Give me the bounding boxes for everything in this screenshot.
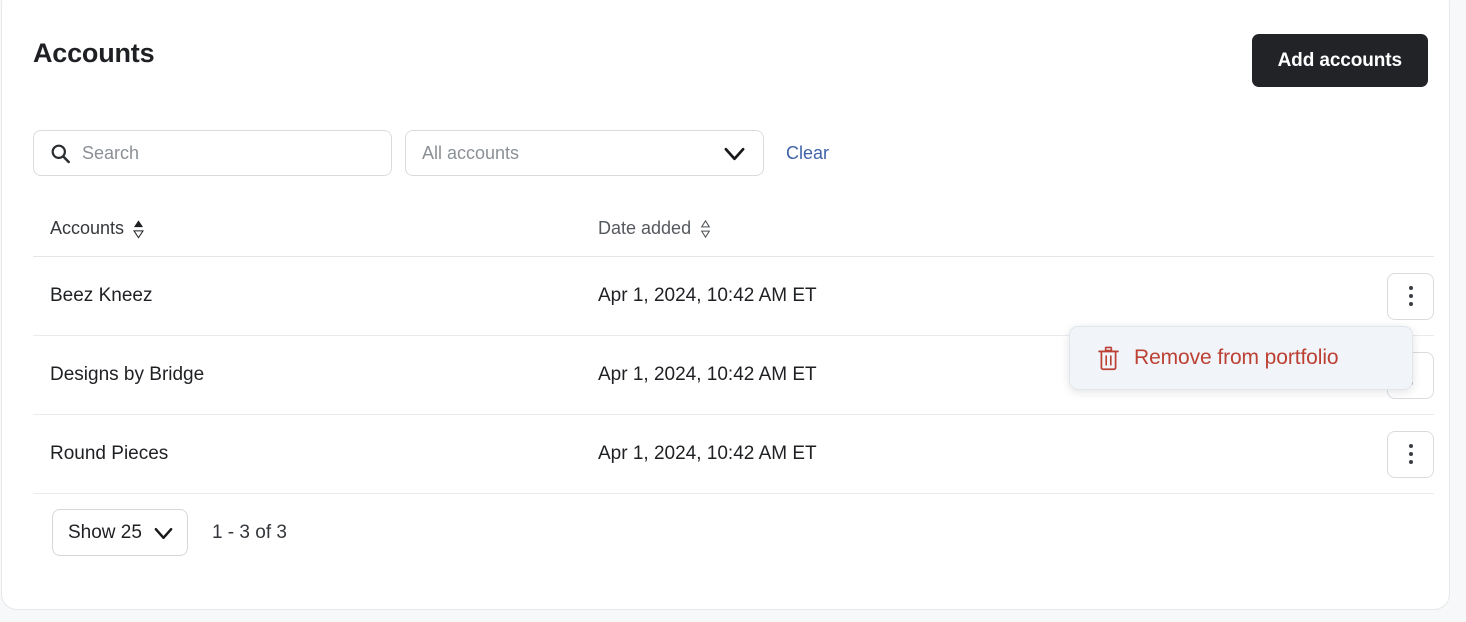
cell-date-added: Apr 1, 2024, 10:42 AM ET — [598, 285, 1098, 307]
page-size-select[interactable]: Show 25 — [52, 509, 188, 556]
search-icon — [50, 143, 71, 164]
pagination-range-label: 1 - 3 of 3 — [212, 522, 287, 544]
chevron-down-icon — [153, 524, 174, 542]
cell-account-name: Beez Kneez — [33, 285, 598, 307]
cell-actions — [1098, 431, 1434, 478]
cell-account-name: Designs by Bridge — [33, 364, 598, 386]
page-header: Accounts Add accounts — [2, 0, 1449, 101]
sort-none-icon — [700, 219, 711, 239]
cell-date-added: Apr 1, 2024, 10:42 AM ET — [598, 443, 1098, 465]
column-header-date-added[interactable]: Date added — [598, 218, 1098, 239]
column-header-accounts-label: Accounts — [50, 218, 124, 239]
table-row: Round Pieces Apr 1, 2024, 10:42 AM ET — [33, 415, 1434, 494]
kebab-menu-icon — [1409, 286, 1413, 290]
kebab-menu-icon — [1409, 302, 1413, 306]
table-row: Beez Kneez Apr 1, 2024, 10:42 AM ET — [33, 257, 1434, 336]
table-footer: Show 25 1 - 3 of 3 — [52, 509, 287, 556]
clear-filters-link[interactable]: Clear — [786, 143, 829, 164]
cell-actions — [1098, 273, 1434, 320]
accounts-card: Accounts Add accounts All accounts Clear… — [1, 0, 1450, 610]
account-filter-select[interactable]: All accounts — [405, 130, 764, 176]
cell-date-added: Apr 1, 2024, 10:42 AM ET — [598, 364, 1098, 386]
kebab-menu-icon — [1409, 294, 1413, 298]
cell-account-name: Round Pieces — [33, 443, 598, 465]
column-header-accounts[interactable]: Accounts — [33, 218, 598, 239]
chevron-down-icon — [723, 144, 746, 164]
kebab-menu-icon — [1409, 444, 1413, 448]
page-title: Accounts — [33, 36, 154, 70]
account-filter-value: All accounts — [422, 143, 519, 164]
sort-asc-icon — [133, 219, 144, 239]
search-field[interactable] — [33, 130, 392, 176]
row-menu-button[interactable] — [1387, 273, 1434, 320]
add-accounts-button[interactable]: Add accounts — [1252, 34, 1428, 87]
page-size-label: Show 25 — [68, 522, 142, 544]
kebab-menu-icon — [1409, 460, 1413, 464]
trash-icon — [1097, 346, 1120, 371]
row-menu-button[interactable] — [1387, 431, 1434, 478]
table-header-row: Accounts Date added — [33, 201, 1434, 257]
column-header-date-added-label: Date added — [598, 218, 691, 239]
search-input[interactable] — [82, 132, 372, 174]
row-context-menu[interactable]: Remove from portfolio — [1069, 326, 1413, 390]
remove-from-portfolio-item: Remove from portfolio — [1134, 346, 1338, 370]
kebab-menu-icon — [1409, 452, 1413, 456]
filter-bar: All accounts Clear — [33, 130, 829, 176]
